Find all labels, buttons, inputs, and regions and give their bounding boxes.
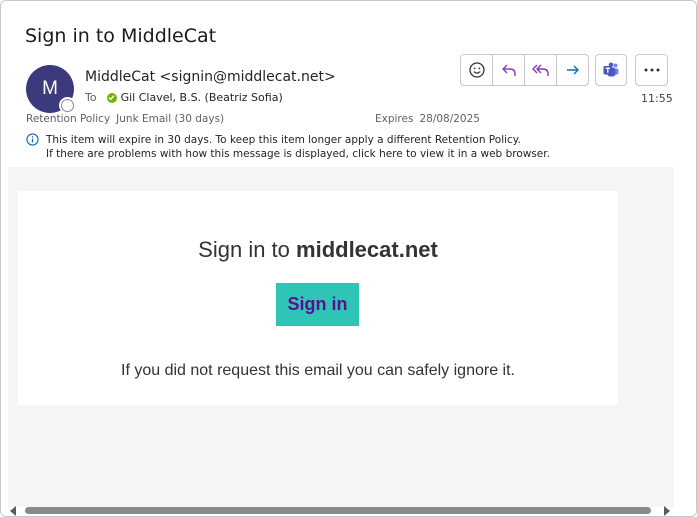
retention-policy: Retention Policy Junk Email (30 days): [26, 113, 224, 125]
reply-all-button[interactable]: [525, 55, 557, 85]
emoji-icon: [468, 62, 485, 78]
presence-status-icon: [61, 99, 74, 112]
scroll-thumb[interactable]: [25, 507, 651, 514]
card-title-prefix: Sign in to: [198, 237, 297, 262]
right-gutter: [674, 167, 696, 507]
reply-all-icon: [531, 64, 549, 76]
to-label: To: [85, 91, 97, 104]
sign-in-button[interactable]: Sign in: [276, 283, 359, 326]
expiry-notice: This item will expire in 30 days. To kee…: [46, 134, 521, 146]
retention-value: Junk Email (30 days): [116, 113, 225, 125]
expiry-info: Expires 28/08/2025: [375, 113, 480, 125]
message-actions-toolbar: [460, 54, 589, 86]
info-banner: This item will expire in 30 days. To kee…: [26, 133, 550, 161]
recipient-row: To Gil Clavel, B.S. (Beatriz Sofia): [85, 91, 283, 104]
received-time: 11:55: [641, 92, 673, 105]
email-card: Sign in to middlecat.net Sign in If you …: [18, 191, 618, 405]
view-in-browser-link[interactable]: If there are problems with how this mess…: [26, 147, 550, 161]
reply-button[interactable]: [493, 55, 525, 85]
retention-label: Retention Policy: [26, 113, 111, 125]
forward-button[interactable]: [557, 55, 588, 85]
more-actions-button[interactable]: [635, 54, 668, 86]
horizontal-scrollbar[interactable]: [8, 505, 674, 516]
available-status-icon: [106, 92, 117, 103]
ignore-notice: If you did not request this email you ca…: [121, 362, 515, 379]
sender-name[interactable]: MiddleCat <signin@middlecat.net>: [85, 69, 336, 85]
more-icon: [644, 68, 659, 72]
scroll-right-arrow-icon[interactable]: [664, 506, 670, 516]
scroll-left-arrow-icon[interactable]: [10, 506, 16, 516]
email-subject: Sign in to MiddleCat: [25, 25, 217, 47]
teams-chat-button[interactable]: [595, 54, 627, 86]
recipient-name[interactable]: Gil Clavel, B.S. (Beatriz Sofia): [121, 91, 283, 104]
expires-value: 28/08/2025: [419, 113, 480, 125]
card-title-domain: middlecat.net: [296, 237, 438, 262]
forward-icon: [566, 65, 579, 75]
react-button[interactable]: [461, 55, 493, 85]
card-title: Sign in to middlecat.net: [18, 237, 618, 263]
expires-label: Expires: [375, 113, 414, 125]
avatar-initial: M: [42, 78, 58, 99]
info-icon: [26, 133, 39, 146]
message-body: Sign in to middlecat.net Sign in If you …: [8, 167, 674, 507]
teams-icon: [603, 62, 619, 77]
reply-icon: [501, 64, 516, 76]
email-reading-pane: Sign in to MiddleCat M MiddleCat <signin…: [0, 0, 697, 517]
